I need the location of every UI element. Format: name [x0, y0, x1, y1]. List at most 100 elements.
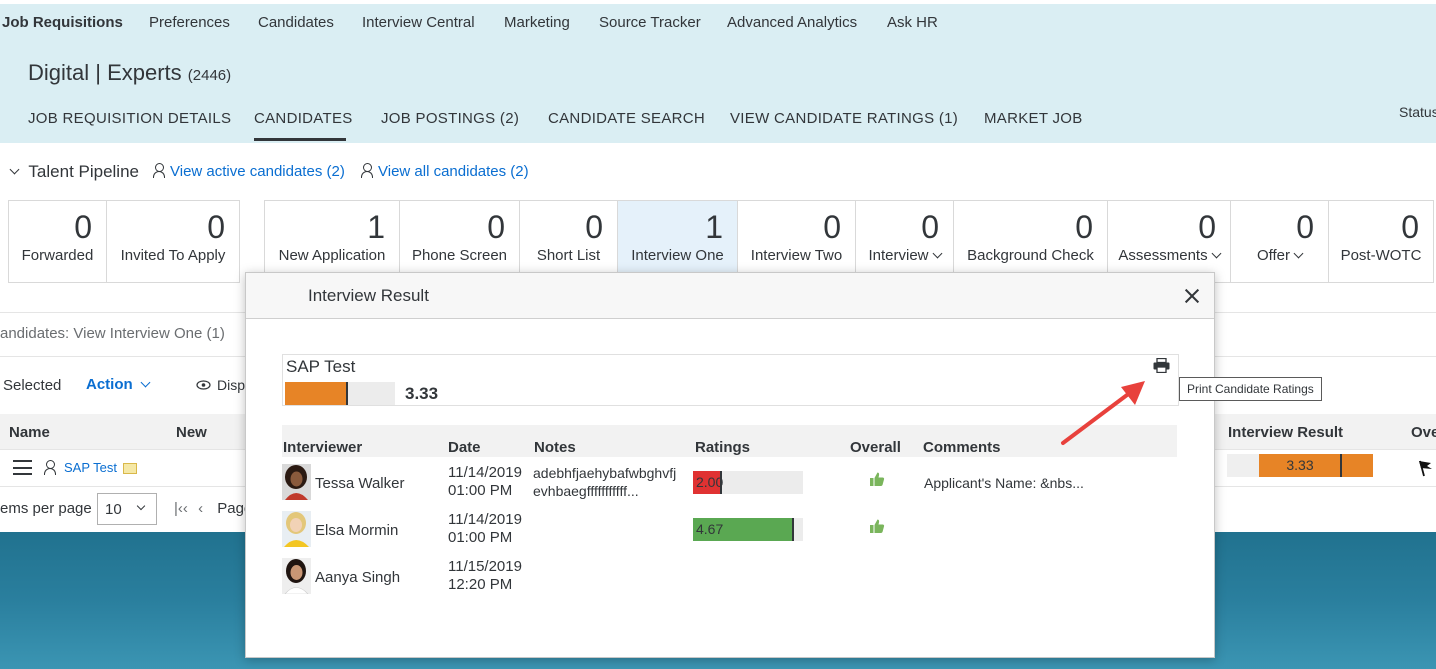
interviewer-name: Aanya Singh: [315, 569, 401, 586]
candidate-list-breadcrumb: andidates: View Interview One (1): [0, 325, 225, 342]
view-active-candidates-link[interactable]: View active candidates (2): [153, 163, 345, 180]
stage-count: 0: [585, 209, 603, 245]
stage-forwarded[interactable]: 0 Forwarded: [8, 200, 107, 283]
stage-label: Post-WOTC: [1340, 247, 1422, 264]
avatar: [282, 464, 311, 500]
print-icon[interactable]: [1153, 358, 1170, 373]
stage-label: Short List: [536, 247, 601, 264]
display-options-button[interactable]: Disp: [196, 377, 245, 393]
stage-label: Invited To Apply: [120, 247, 226, 264]
view-all-label: View all candidates (2): [378, 163, 529, 180]
stage-phone-screen[interactable]: 0 Phone Screen: [399, 200, 520, 283]
stage-label-text: Interview: [868, 247, 929, 264]
interview-date: 11/15/2019 12:20 PM: [448, 558, 522, 594]
resume-icon[interactable]: [123, 463, 137, 474]
thumbs-up-icon: [870, 519, 885, 533]
column-notes: Notes: [534, 439, 576, 456]
tab-job-postings[interactable]: JOB POSTINGS (2): [381, 110, 519, 127]
chevron-down-icon: [1293, 248, 1304, 259]
column-ratings: Ratings: [695, 439, 751, 456]
interview-result-dialog: Interview Result SAP Test 3.33 Interview…: [245, 272, 1215, 658]
candidate-name: SAP Test: [286, 357, 356, 376]
interview-date: 11/14/2019 01:00 PM: [448, 511, 522, 547]
nav-preferences[interactable]: Preferences: [149, 14, 230, 31]
column-interviewer: Interviewer: [283, 439, 363, 456]
stage-label-text: Assessments: [1118, 247, 1208, 264]
view-all-candidates-link[interactable]: View all candidates (2): [361, 163, 529, 180]
score-bar-fill: [285, 382, 347, 405]
eye-icon: [196, 380, 211, 390]
stage-assessments[interactable]: 0 Assessments: [1107, 200, 1231, 283]
previous-page-icon[interactable]: ‹: [198, 500, 203, 517]
candidate-name-link[interactable]: SAP Test: [64, 460, 117, 475]
items-per-page-select[interactable]: 10: [97, 493, 157, 525]
stage-label: Assessments: [1108, 247, 1230, 264]
stage-label: Interview: [856, 247, 953, 264]
person-icon: [361, 163, 373, 178]
stage-offer[interactable]: 0 Offer: [1230, 200, 1329, 283]
close-icon[interactable]: [1184, 288, 1200, 304]
interview-row: Tessa Walker 11/14/2019 01:00 PM adebhfj…: [282, 464, 1177, 510]
stage-interview-two[interactable]: 0 Interview Two: [737, 200, 856, 283]
rating-bar-marker: [791, 518, 794, 541]
nav-source-tracker[interactable]: Source Tracker: [599, 14, 701, 31]
interview-table-header: Interviewer Date Notes Ratings Overall C…: [282, 425, 1177, 457]
nav-interview-central[interactable]: Interview Central: [362, 14, 475, 31]
stage-count: 0: [74, 209, 92, 245]
tab-job-requisition-details[interactable]: JOB REQUISITION DETAILS: [28, 110, 231, 127]
chevron-down-icon: [136, 501, 146, 511]
tab-candidate-search[interactable]: CANDIDATE SEARCH: [548, 110, 705, 127]
column-overall[interactable]: Ove: [1411, 424, 1436, 441]
column-comments: Comments: [923, 439, 1001, 456]
rating-value: 2.00: [696, 474, 724, 490]
interview-date: 11/14/2019 01:00 PM: [448, 464, 522, 500]
nav-job-requisitions[interactable]: Job Requisitions: [2, 14, 123, 31]
stage-short-list[interactable]: 0 Short List: [519, 200, 618, 283]
items-per-page-value: 10: [105, 501, 122, 518]
stage-new-application[interactable]: 1 New Application: [264, 200, 400, 283]
stage-post-wotc[interactable]: 0 Post-WOTC: [1328, 200, 1434, 283]
column-overall: Overall: [850, 439, 901, 456]
nav-candidates[interactable]: Candidates: [258, 14, 334, 31]
candidate-summary: SAP Test 3.33: [282, 354, 1179, 406]
thumbs-up-icon: [870, 472, 885, 486]
tab-market-job[interactable]: MARKET JOB: [984, 110, 1083, 127]
nav-advanced-analytics[interactable]: Advanced Analytics: [727, 14, 857, 31]
tab-view-candidate-ratings[interactable]: VIEW CANDIDATE RATINGS (1): [730, 110, 958, 127]
talent-pipeline-header[interactable]: Talent Pipeline: [8, 162, 139, 182]
stage-invited-to-apply[interactable]: 0 Invited To Apply: [106, 200, 240, 283]
time-line: 01:00 PM: [448, 482, 513, 499]
dialog-title: Interview Result: [308, 286, 429, 305]
nav-marketing[interactable]: Marketing: [504, 14, 570, 31]
score-bar-marker: [346, 382, 349, 405]
pagination: |‹‹ ‹ Page: [174, 500, 252, 517]
talent-pipeline-title: Talent Pipeline: [28, 162, 139, 181]
date-line: 11/14/2019: [448, 464, 522, 481]
stage-label: New Application: [278, 247, 386, 264]
interview-notes: adebhfjaehybafwbghvfj evhbaegfffffffffff…: [533, 464, 691, 500]
interviewer-name: Elsa Mormin: [315, 522, 399, 539]
nav-ask-hr[interactable]: Ask HR: [887, 14, 938, 31]
rating-bar: 2.00: [693, 471, 803, 494]
stage-interview-one[interactable]: 1 Interview One: [617, 200, 738, 283]
stage-label: Forwarded: [21, 247, 94, 264]
rating-value: 4.67: [696, 521, 724, 537]
action-menu-button[interactable]: Action: [86, 376, 151, 393]
chevron-down-icon: [932, 248, 942, 259]
tab-candidates[interactable]: CANDIDATES: [254, 110, 353, 127]
column-new[interactable]: New: [176, 424, 207, 441]
stage-count: 0: [1075, 209, 1093, 245]
column-interview-result[interactable]: Interview Result: [1228, 424, 1343, 441]
column-name[interactable]: Name: [9, 424, 50, 441]
menu-icon[interactable]: [13, 460, 32, 475]
time-line: 12:20 PM: [448, 576, 513, 593]
person-icon: [153, 163, 165, 178]
candidate-score-bar: [285, 382, 395, 405]
interview-result-bar: 3.33: [1227, 454, 1373, 477]
stage-count: 0: [1401, 209, 1419, 245]
stage-background-check[interactable]: 0 Background Check: [953, 200, 1108, 283]
stage-count: 1: [367, 209, 385, 245]
stage-interview[interactable]: 0 Interview: [855, 200, 954, 283]
first-page-icon[interactable]: |‹‹: [174, 500, 188, 517]
stage-count: 0: [207, 209, 225, 245]
